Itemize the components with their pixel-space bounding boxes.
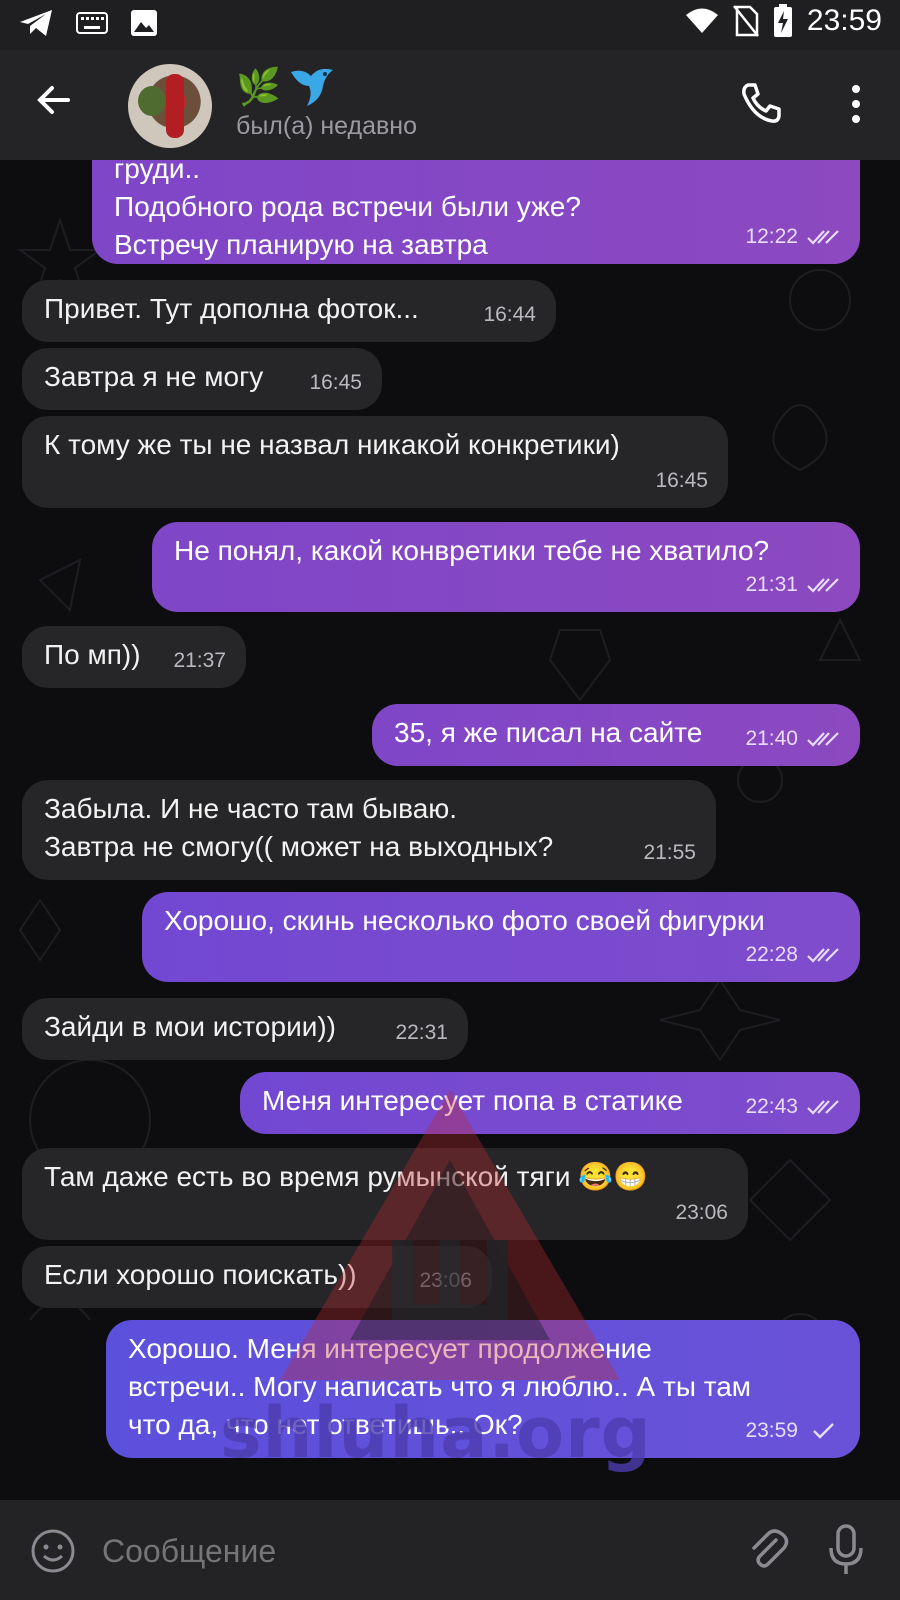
message-time: 21:31: [745, 573, 798, 596]
outgoing-message[interactable]: Меня интересует попа в статике 22:43: [240, 1072, 860, 1134]
outgoing-message[interactable]: Хорошо, скинь несколько фото своей фигур…: [142, 892, 860, 982]
message-text-line: груди..: [114, 160, 201, 184]
message-input[interactable]: [100, 1530, 664, 1572]
message-meta: 22:43: [745, 1088, 840, 1126]
message-meta: 23:06: [419, 1262, 472, 1300]
double-check-icon: [807, 948, 839, 963]
message-time: 16:45: [655, 469, 708, 492]
wifi-icon: [685, 8, 718, 33]
incoming-message[interactable]: Там даже есть во время румынской тяги 😂😁…: [22, 1148, 748, 1240]
microphone-icon[interactable]: [828, 1524, 864, 1576]
message-meta: 23:06: [675, 1194, 728, 1232]
message-text: Привет. Тут дополна фоток...: [44, 293, 419, 324]
message-text: Хорошо, скинь несколько фото своей фигур…: [164, 905, 765, 936]
message-meta: 22:28: [745, 936, 840, 974]
incoming-message[interactable]: Зайди в мои истории)) 22:31: [22, 998, 468, 1060]
incoming-message[interactable]: Забыла. И не часто там бываю. Завтра не …: [22, 780, 716, 880]
message-text-line: Подобного рода встречи были уже?: [114, 191, 581, 222]
message-meta: 16:45: [655, 462, 708, 500]
telegram-icon: [20, 10, 52, 36]
image-icon: [131, 10, 157, 36]
message-time: 23:59: [745, 1419, 798, 1442]
message-time: 16:44: [483, 303, 536, 326]
outgoing-message[interactable]: Не понял, какой конвретики тебе не хвати…: [152, 522, 860, 612]
message-text: К тому же ты не назвал никакой конкретик…: [44, 429, 620, 460]
emoji-icon[interactable]: [30, 1528, 76, 1574]
back-arrow-icon[interactable]: [34, 80, 74, 120]
message-meta: 21:55: [643, 834, 696, 872]
message-time: 12:22: [745, 225, 798, 248]
message-text-line: Встречу планирую на завтра: [114, 229, 488, 260]
outgoing-message[interactable]: груди.. Подобного рода встречи были уже?…: [92, 160, 860, 264]
incoming-message[interactable]: Привет. Тут дополна фоток... 16:44: [22, 280, 556, 342]
message-text: По мп)): [44, 639, 141, 670]
message-text: Не понял, какой конвретики тебе не хвати…: [174, 535, 770, 566]
message-text: Завтра я не могу: [44, 361, 264, 392]
incoming-message[interactable]: Завтра я не могу 16:45: [22, 348, 382, 410]
attach-icon[interactable]: [746, 1528, 790, 1572]
outgoing-message[interactable]: 35, я же писал на сайте 21:40: [372, 704, 860, 766]
no-sim-icon: [732, 5, 759, 37]
keyboard-icon: [76, 12, 108, 34]
double-check-icon: [807, 578, 839, 593]
message-text-line: Хорошо. Меня интересует продолжение: [128, 1333, 652, 1364]
herb-emoji: 🌿: [236, 67, 281, 108]
message-time: 21:55: [643, 841, 696, 864]
chat-header: 🌿 был(а) недавно: [0, 50, 900, 160]
message-time: 21:37: [173, 649, 226, 672]
clock: 23:59: [806, 4, 882, 37]
message-meta: 21:40: [745, 720, 840, 758]
message-time: 23:06: [419, 1269, 472, 1292]
composer: [0, 1500, 900, 1600]
message-meta: 21:37: [173, 642, 226, 680]
bird-emoji-icon: [290, 68, 333, 106]
last-seen-status: был(а) недавно: [236, 112, 418, 140]
message-time: 16:45: [309, 371, 362, 394]
message-text: 35, я же писал на сайте: [394, 717, 703, 748]
message-text-line: Забыла. И не часто там бываю.: [44, 793, 458, 824]
message-list[interactable]: груди.. Подобного рода встречи были уже?…: [0, 160, 900, 1500]
message-meta: 16:45: [309, 364, 362, 402]
contact-name[interactable]: 🌿: [236, 66, 335, 110]
incoming-message[interactable]: По мп)) 21:37: [22, 626, 246, 688]
more-options-icon[interactable]: [850, 84, 862, 124]
watermark-text: shluha.org: [220, 1392, 652, 1474]
message-meta: 23:59: [745, 1412, 840, 1450]
single-check-icon: [813, 1423, 834, 1439]
message-text: Если хорошо поискать)): [44, 1259, 357, 1290]
message-meta: 22:31: [395, 1014, 448, 1052]
phone-icon[interactable]: [740, 82, 782, 124]
message-time: 21:40: [745, 727, 798, 750]
message-time: 22:31: [395, 1021, 448, 1044]
battery-charging-icon: [773, 4, 792, 37]
message-time: 22:43: [745, 1095, 798, 1118]
message-meta: 16:44: [483, 296, 536, 334]
avatar[interactable]: [128, 64, 212, 148]
message-time: 22:28: [745, 943, 798, 966]
double-check-icon: [807, 732, 839, 747]
double-check-icon: [807, 1100, 839, 1115]
message-text: Там даже есть во время румынской тяги 😂😁: [44, 1161, 649, 1192]
incoming-message[interactable]: Если хорошо поискать)) 23:06: [22, 1246, 492, 1308]
status-bar: 23:59: [0, 0, 900, 50]
message-text: Зайди в мои истории)): [44, 1011, 337, 1042]
incoming-message[interactable]: К тому же ты не назвал никакой конкретик…: [22, 416, 728, 508]
message-time: 23:06: [675, 1201, 728, 1224]
message-text: Меня интересует попа в статике: [262, 1085, 683, 1116]
double-check-icon: [807, 230, 839, 245]
message-text-line: Завтра не смогу(( может на выходных?: [44, 831, 554, 862]
message-meta: 21:31: [745, 566, 840, 604]
message-meta: 12:22: [745, 218, 840, 256]
